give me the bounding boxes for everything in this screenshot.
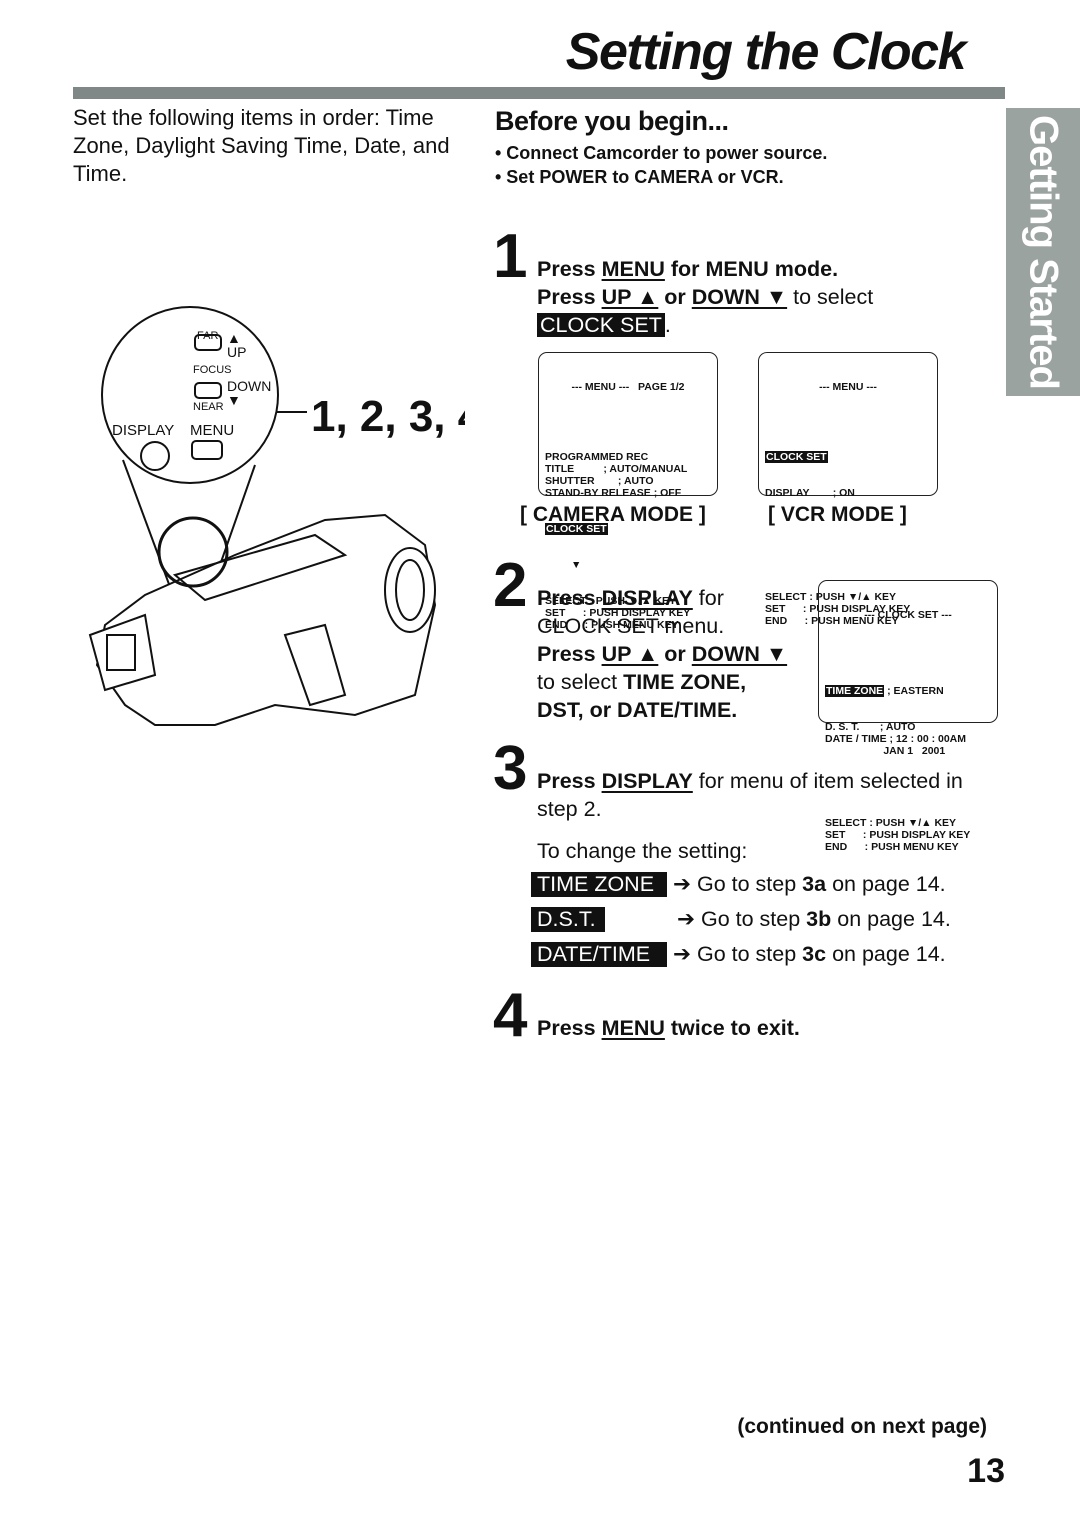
section-tab: Getting Started bbox=[1006, 108, 1080, 396]
step-number: 4 bbox=[493, 981, 528, 1050]
vcr-mode-screen: --- MENU --- CLOCK SET DISPLAY ; ON SELE… bbox=[758, 352, 938, 627]
up-label: UP bbox=[227, 344, 246, 360]
camera-mode-screen: --- MENU --- PAGE 1/2 PROGRAMMED REC TITL… bbox=[538, 352, 718, 631]
camcorder-illustration: FAR UP ▲ FOCUS DOWN NEAR ▼ DISPLAY MENU … bbox=[88, 306, 465, 726]
step-number: 1 bbox=[493, 222, 528, 291]
clock-set-tag: CLOCK SET bbox=[537, 313, 665, 337]
up-arrow-icon: ▲ bbox=[227, 330, 241, 346]
before-heading: Before you begin... bbox=[495, 106, 729, 136]
before-bullet: • Set POWER to CAMERA or VCR. bbox=[495, 167, 784, 187]
step-number: 3 bbox=[493, 734, 528, 803]
title-rule bbox=[73, 87, 1005, 99]
change-row: D.S.T. ➔ Go to step 3b on page 14. bbox=[531, 907, 951, 932]
change-row: TIME ZONE ➔ Go to step 3a on page 14. bbox=[531, 872, 946, 897]
continued-note: (continued on next page) bbox=[737, 1415, 987, 1438]
manual-page: Setting the Clock Getting Started Set th… bbox=[0, 0, 1080, 1529]
menu-label: MENU bbox=[190, 422, 234, 439]
change-row: DATE/TIME ➔ Go to step 3c on page 14. bbox=[531, 942, 946, 967]
display-label: DISPLAY bbox=[112, 422, 174, 439]
far-label: FAR bbox=[197, 330, 218, 342]
page-title: Setting the Clock bbox=[565, 23, 967, 81]
near-label: NEAR bbox=[193, 401, 224, 413]
step4-text: Press MENU twice to exit. bbox=[537, 1016, 800, 1040]
focus-label: FOCUS bbox=[193, 364, 232, 376]
intro-text: Set the following items in order: Time Z… bbox=[73, 105, 450, 186]
step-number: 2 bbox=[493, 551, 528, 620]
step2-text: Press DISPLAY for CLOCK SET menu. Press … bbox=[537, 586, 788, 722]
before-bullet: • Connect Camcorder to power source. bbox=[495, 143, 828, 163]
page-number: 13 bbox=[967, 1452, 1005, 1490]
step1-text: Press MENU for MENU mode. Press UP ▲ or … bbox=[537, 257, 874, 337]
vcr-mode-label: [ VCR MODE ] bbox=[768, 503, 907, 526]
section-tab-label: Getting Started bbox=[1021, 115, 1066, 389]
steps-reference: 1, 2, 3, 4 bbox=[311, 392, 465, 441]
clock-set-screen: --- CLOCK SET --- TIME ZONE ; EASTERN D.… bbox=[818, 580, 998, 853]
camera-mode-label: [ CAMERA MODE ] bbox=[520, 503, 706, 526]
change-setting-label: To change the setting: bbox=[537, 839, 748, 863]
down-arrow-icon: ▼ bbox=[227, 392, 241, 408]
step3-text: Press DISPLAY for menu of item selected … bbox=[537, 769, 963, 821]
